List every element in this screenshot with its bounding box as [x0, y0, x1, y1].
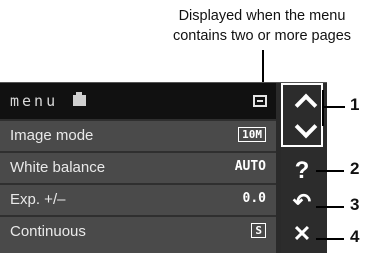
- callout-line-2: [316, 170, 344, 172]
- callout-line-3: [316, 206, 344, 208]
- menu-header: menu: [0, 83, 276, 119]
- menu-item-label: White balance: [10, 159, 106, 176]
- camera-screen: menu Image mode 10M White balance AUTO E…: [0, 82, 327, 253]
- scroll-buttons-group: [281, 83, 323, 147]
- callout-number-4: 4: [350, 227, 360, 246]
- chevron-down-icon: [294, 115, 318, 139]
- menu-item-label: Image mode: [10, 127, 94, 144]
- help-button[interactable]: ?: [285, 157, 319, 185]
- help-icon: ?: [294, 157, 310, 184]
- back-button[interactable]: ↶: [285, 189, 319, 217]
- menu-item-value: AUTO: [234, 159, 266, 174]
- menu-item-value: 10M: [238, 127, 266, 142]
- scroll-down-button[interactable]: [287, 115, 321, 143]
- menu-item-label: Exp. +/–: [10, 191, 66, 208]
- menu-item-label: Continuous: [10, 223, 86, 240]
- callout-line-1-up: [322, 90, 324, 126]
- menu-item-value: S: [251, 223, 266, 238]
- menu-item-exposure[interactable]: Exp. +/– 0.0: [0, 183, 276, 215]
- callout-number-3: 3: [350, 195, 360, 214]
- callout-number-2: 2: [350, 159, 360, 178]
- menu-panel: menu Image mode 10M White balance AUTO E…: [0, 83, 276, 253]
- menu-item-continuous[interactable]: Continuous S: [0, 215, 276, 253]
- menu-item-white-balance[interactable]: White balance AUTO: [0, 151, 276, 183]
- close-button[interactable]: ✕: [285, 221, 319, 249]
- callout-line-1: [323, 106, 345, 108]
- callout-caption-line1: Displayed when the menu: [178, 8, 346, 24]
- callout-number-1: 1: [350, 95, 360, 114]
- callout-caption: Displayed when the menu contains two or …: [142, 6, 382, 46]
- back-icon: ↶: [292, 189, 312, 214]
- menu-item-value: 0.0: [242, 191, 266, 206]
- page-indicator-icon: [253, 95, 267, 107]
- menu-item-image-mode[interactable]: Image mode 10M: [0, 119, 276, 151]
- scroll-up-button[interactable]: [287, 87, 321, 117]
- callout-caption-line2: contains two or more pages: [172, 28, 352, 44]
- close-icon: ✕: [292, 221, 312, 246]
- side-controls: ? ↶ ✕: [281, 83, 327, 253]
- callout-line-page-indicator: [262, 50, 264, 86]
- chevron-up-icon: [294, 93, 318, 117]
- camera-icon: [73, 92, 86, 106]
- menu-title: menu: [10, 92, 59, 110]
- callout-line-4: [316, 238, 344, 240]
